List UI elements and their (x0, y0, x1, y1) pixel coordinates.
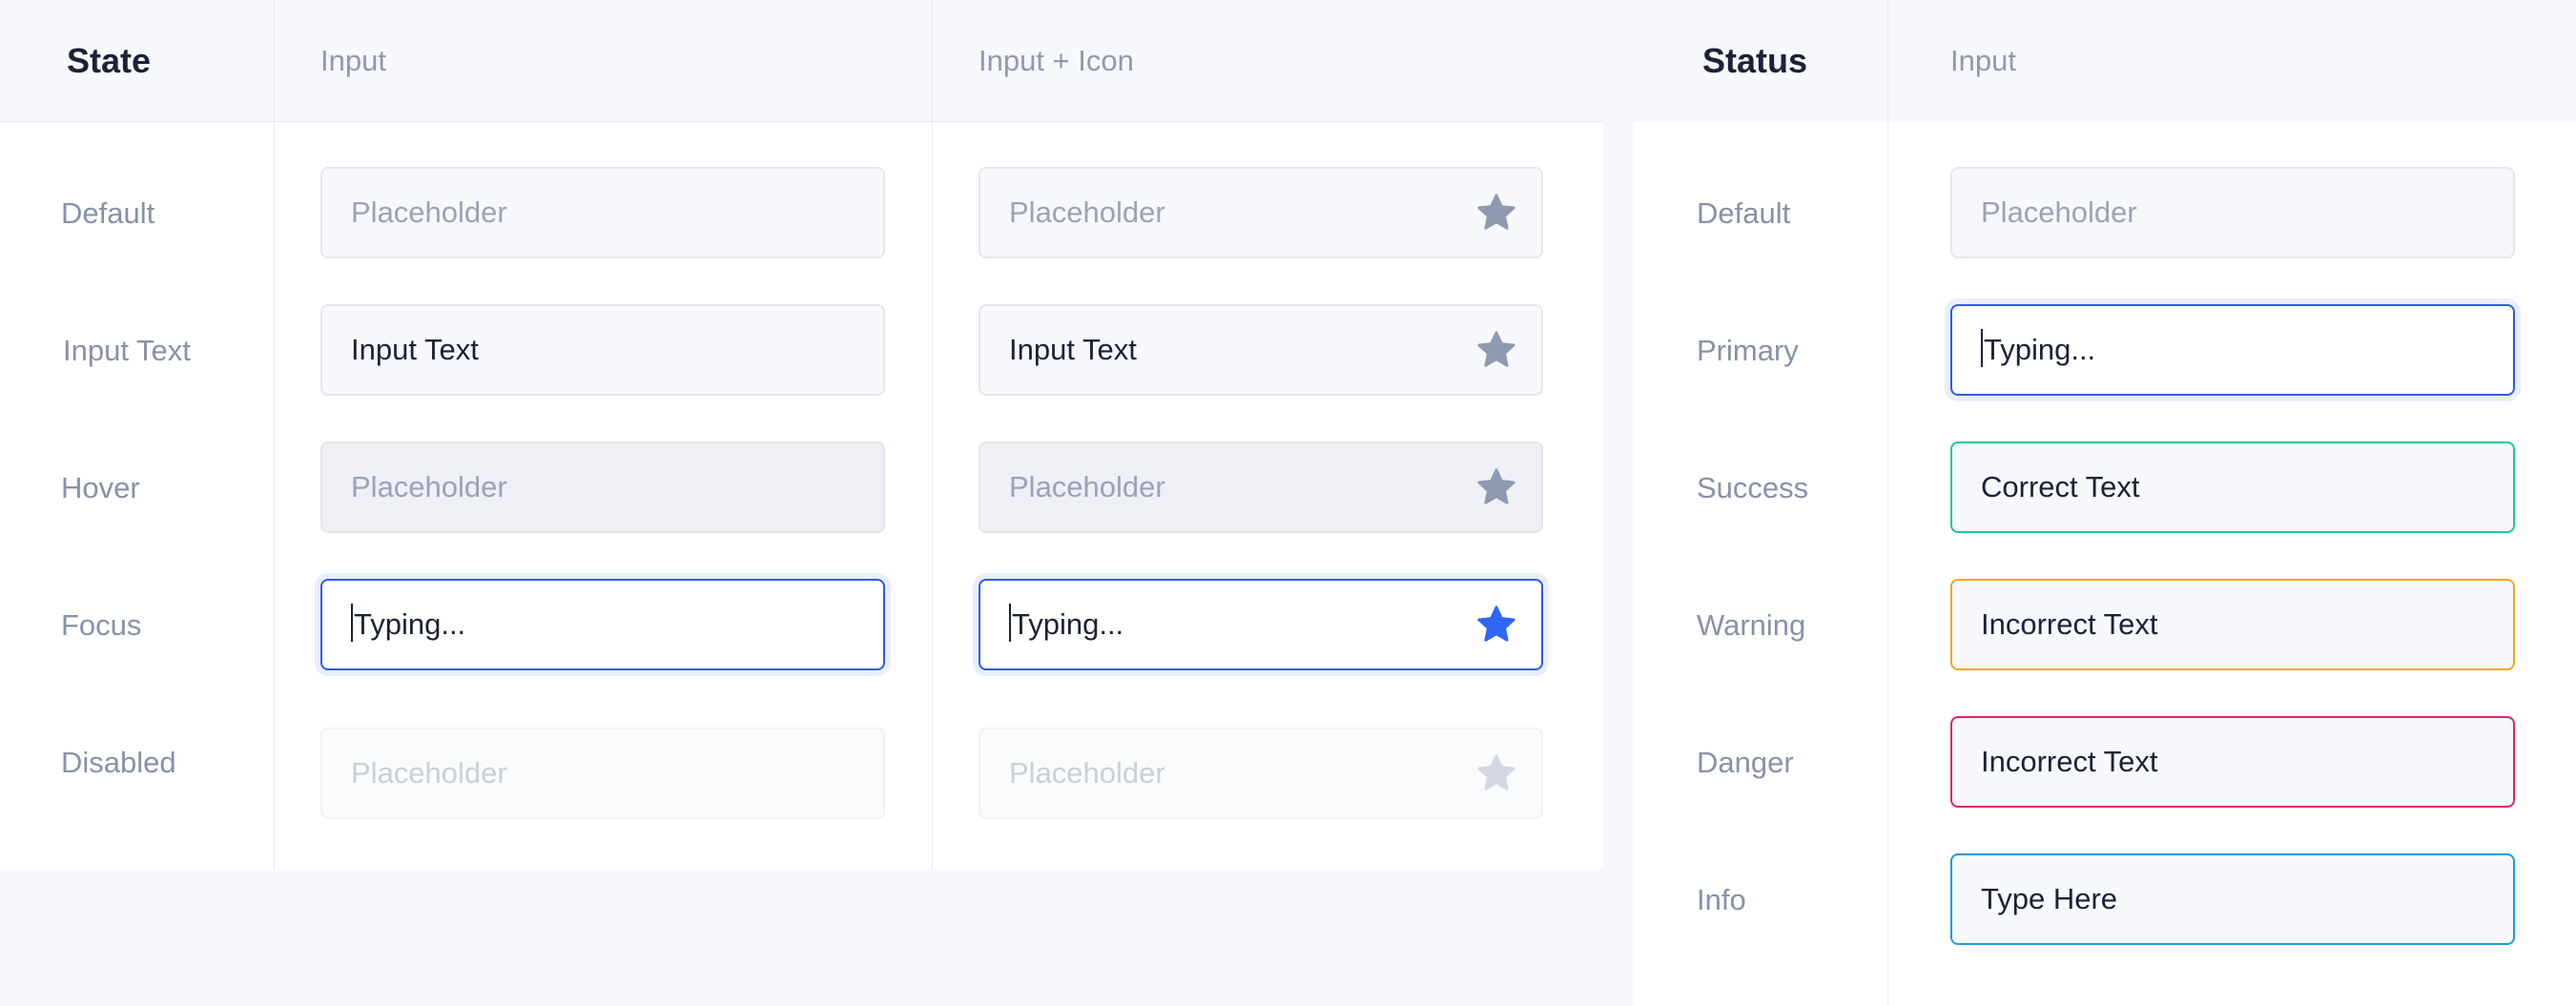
column-divider (274, 0, 275, 870)
star-icon (1477, 606, 1515, 642)
input-value: Type Here (1981, 882, 2118, 915)
header-divider (0, 121, 1603, 122)
input-hover[interactable]: Placeholder (320, 441, 885, 533)
input-icon-default[interactable]: Placeholder (979, 167, 1543, 258)
input-placeholder: Placeholder (351, 756, 507, 790)
input-status-default[interactable]: Placeholder (1950, 167, 2515, 258)
states-table: State Input Input + Icon Default Placeho… (0, 0, 1603, 870)
input-value: Input Text (1009, 333, 1137, 366)
input-status-success[interactable]: Correct Text (1950, 441, 2515, 533)
text-caret (351, 604, 353, 642)
row-label-disabled: Disabled (61, 746, 176, 779)
input-typed-text: Typing... (354, 607, 466, 641)
input-placeholder: Placeholder (351, 195, 507, 229)
input-status-warning[interactable]: Incorrect Text (1950, 579, 2515, 670)
row-label-warning: Warning (1697, 608, 1806, 642)
row-label-input-text: Input Text (63, 334, 191, 367)
status-table-header: Status Input (1634, 0, 2576, 122)
input-with-text[interactable]: Input Text (320, 304, 885, 396)
input-status-info[interactable]: Type Here (1950, 853, 2515, 945)
star-icon (1477, 468, 1515, 504)
input-value: Typing... (1009, 581, 1123, 668)
input-focus[interactable]: Typing... (320, 579, 885, 670)
row-label-danger: Danger (1697, 746, 1794, 779)
input-icon-disabled: Placeholder (979, 728, 1543, 819)
input-value: Input Text (351, 333, 479, 366)
row-label-default: Default (61, 196, 155, 230)
row-label-success: Success (1697, 471, 1809, 504)
input-value: Incorrect Text (1981, 745, 2158, 778)
input-column-header: Input (320, 44, 386, 77)
input-status-primary[interactable]: Typing... (1950, 304, 2515, 396)
input-icon-with-text[interactable]: Input Text (979, 304, 1543, 396)
state-column-header: State (67, 41, 152, 80)
input-value: Incorrect Text (1981, 607, 2158, 641)
input-default[interactable]: Placeholder (320, 167, 885, 258)
status-table: Status Input Default Placeholder Primary… (1634, 0, 2576, 1006)
input-icon-column-header: Input + Icon (979, 44, 1134, 77)
input-placeholder: Placeholder (1009, 470, 1165, 503)
input-status-danger[interactable]: Incorrect Text (1950, 716, 2515, 808)
input-placeholder: Placeholder (1009, 756, 1165, 790)
column-divider (932, 0, 933, 870)
star-icon (1477, 194, 1515, 230)
row-label-primary: Primary (1697, 334, 1799, 367)
text-caret (1009, 604, 1011, 642)
input-icon-hover[interactable]: Placeholder (979, 441, 1543, 533)
row-label-hover: Hover (61, 471, 140, 504)
row-label-info: Info (1697, 883, 1746, 916)
input-typed-text: Typing... (1984, 333, 2096, 366)
states-table-header: State Input Input + Icon (0, 0, 1603, 122)
column-divider (1887, 0, 1888, 1006)
input-column-header: Input (1950, 44, 2016, 77)
row-label-focus: Focus (61, 608, 142, 642)
star-icon (1477, 331, 1515, 367)
input-placeholder: Placeholder (1981, 195, 2137, 229)
input-value: Typing... (351, 581, 465, 668)
input-placeholder: Placeholder (351, 470, 507, 503)
input-typed-text: Typing... (1012, 607, 1124, 641)
star-icon (1477, 754, 1515, 790)
text-caret (1981, 329, 1983, 367)
input-value: Typing... (1981, 306, 2095, 394)
input-icon-focus[interactable]: Typing... (979, 579, 1543, 670)
input-placeholder: Placeholder (1009, 195, 1165, 229)
status-column-header: Status (1702, 41, 1808, 80)
input-value: Correct Text (1981, 470, 2140, 503)
input-disabled: Placeholder (320, 728, 885, 819)
row-label-default: Default (1697, 196, 1791, 230)
